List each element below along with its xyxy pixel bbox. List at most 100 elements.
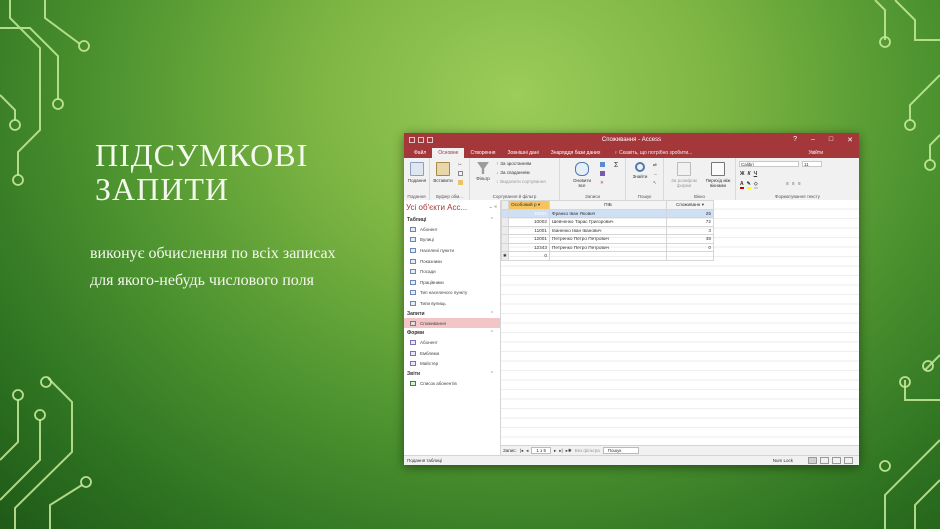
sort-descending-button[interactable]: ↓ За спаданням bbox=[496, 170, 530, 175]
nav-item[interactable]: Показники bbox=[404, 256, 500, 267]
ribbon-tab[interactable]: Файл bbox=[408, 148, 432, 158]
sql-view-icon[interactable] bbox=[832, 457, 841, 464]
size-to-fit-button[interactable]: За розміром форми bbox=[668, 162, 700, 188]
filter-status[interactable]: Без фільтра bbox=[575, 448, 600, 453]
chevron-up-icon[interactable]: ⌃ bbox=[490, 330, 494, 336]
nav-item[interactable]: Типи вулиць bbox=[404, 298, 500, 309]
refresh-all-button[interactable]: Оновити все bbox=[570, 162, 594, 188]
table-row[interactable]: 12343 Петренко Петро Петрович 0 bbox=[501, 242, 714, 252]
nav-section-header[interactable]: Звіти ⌃ bbox=[404, 370, 500, 378]
nav-item[interactable]: Посади bbox=[404, 266, 500, 277]
design-view-icon[interactable] bbox=[844, 457, 853, 464]
nav-item[interactable]: Емблема bbox=[404, 348, 500, 359]
font-color-button[interactable]: A bbox=[740, 181, 744, 189]
column-header[interactable]: Споживанн ▾ bbox=[666, 200, 714, 210]
chevron-up-icon[interactable]: ⌃ bbox=[490, 371, 494, 377]
pivot-view-icon[interactable] bbox=[820, 457, 829, 464]
nav-pane-header[interactable]: Усі об'єкти Acc... ⌄ « bbox=[404, 200, 500, 215]
nav-section-header[interactable]: Форми ⌃ bbox=[404, 329, 500, 337]
row-selector[interactable] bbox=[501, 225, 509, 235]
table-cell[interactable]: 12343 bbox=[508, 242, 550, 252]
collapse-icon[interactable]: « bbox=[494, 204, 497, 210]
chevron-up-icon[interactable]: ⌃ bbox=[490, 311, 494, 317]
delete-record-button[interactable]: ✕ bbox=[600, 180, 604, 186]
prev-record-button[interactable]: ◂ bbox=[526, 448, 528, 454]
datasheet-view-icon[interactable] bbox=[808, 457, 817, 464]
find-button[interactable]: Знайти bbox=[628, 162, 652, 179]
new-record-button[interactable] bbox=[600, 162, 605, 167]
first-record-button[interactable]: |◂ bbox=[520, 448, 523, 454]
row-selector[interactable] bbox=[501, 217, 509, 227]
nav-item[interactable]: Абонент bbox=[404, 224, 500, 235]
table-cell[interactable]: Франко Іван Якович bbox=[549, 208, 667, 218]
last-record-button[interactable]: ▸| bbox=[559, 448, 562, 454]
table-cell[interactable]: Шевченко Тарас Григорович bbox=[549, 217, 667, 227]
switch-windows-button[interactable]: Перехід між вікнами bbox=[702, 162, 734, 188]
font-name-select[interactable]: Calibri bbox=[739, 161, 799, 167]
table-cell[interactable]: 11001 bbox=[508, 225, 550, 235]
table-cell[interactable]: 12001 bbox=[508, 234, 550, 244]
italic-button[interactable]: К bbox=[748, 171, 751, 177]
replace-button[interactable]: ⇄ bbox=[653, 162, 657, 168]
highlight-button[interactable]: ✎ bbox=[746, 181, 751, 189]
nav-section-header[interactable]: Запити ⌃ bbox=[404, 310, 500, 318]
table-cell[interactable]: 48 bbox=[666, 234, 714, 244]
table-cell[interactable]: Іваненко Іван Іванович bbox=[549, 225, 667, 235]
new-record-row[interactable]: ✱ 0 bbox=[501, 251, 714, 261]
cut-button[interactable]: ✂ bbox=[458, 162, 463, 167]
column-header[interactable]: ПІБ bbox=[549, 200, 667, 210]
table-cell[interactable]: 0 bbox=[666, 242, 714, 252]
copy-button[interactable] bbox=[458, 171, 463, 176]
filter-button[interactable]: Фільтр bbox=[471, 162, 495, 181]
goto-button[interactable]: → bbox=[653, 171, 658, 176]
save-record-button[interactable] bbox=[600, 171, 605, 176]
table-row[interactable]: 12001 Петренко Петро Петрович 48 bbox=[501, 234, 714, 244]
table-row[interactable]: 10001 Франко Іван Якович 25 bbox=[501, 208, 714, 218]
table-cell[interactable]: 25 bbox=[666, 208, 714, 218]
sort-ascending-button[interactable]: ↑ За зростанням bbox=[496, 161, 531, 166]
minimize-button[interactable]: – bbox=[811, 136, 815, 144]
totals-button[interactable]: Σ bbox=[614, 162, 618, 169]
nav-item[interactable]: Тип населеного пункту bbox=[404, 288, 500, 299]
table-cell[interactable]: 3 bbox=[666, 225, 714, 235]
align-center-icon[interactable]: ≡ bbox=[792, 181, 795, 187]
new-row-marker[interactable]: ✱ bbox=[501, 251, 509, 261]
ribbon-tab[interactable]: Створення bbox=[464, 148, 501, 158]
nav-section-header[interactable]: Таблиці ⌃ bbox=[404, 216, 500, 224]
maximize-button[interactable]: □ bbox=[829, 136, 833, 144]
row-selector[interactable] bbox=[501, 208, 509, 218]
font-size-select[interactable]: 11 bbox=[802, 161, 822, 167]
ribbon-tab[interactable]: Знаряддя бази даних bbox=[545, 148, 607, 158]
select-button[interactable]: ↖ bbox=[653, 180, 657, 186]
help-button[interactable]: ? bbox=[793, 136, 797, 144]
paste-button[interactable]: Вставити bbox=[431, 162, 455, 183]
row-selector[interactable] bbox=[501, 234, 509, 244]
nav-item[interactable]: Населені пункти bbox=[404, 245, 500, 256]
align-right-icon[interactable]: ≡ bbox=[798, 181, 801, 187]
row-selector[interactable] bbox=[501, 242, 509, 252]
select-all-cell[interactable] bbox=[501, 200, 509, 210]
remove-sort-button[interactable]: ↕ Видалити сортування bbox=[496, 179, 546, 184]
align-left-icon[interactable]: ≡ bbox=[786, 181, 789, 187]
nav-item[interactable]: Абонент bbox=[404, 337, 500, 348]
ribbon-tab[interactable]: Зовнішні дані bbox=[502, 148, 545, 158]
chevron-down-icon[interactable]: ⌄ bbox=[489, 204, 493, 210]
view-button[interactable]: Подання bbox=[405, 162, 429, 183]
format-painter-button[interactable] bbox=[458, 180, 463, 185]
table-cell[interactable]: 10001 bbox=[508, 208, 550, 218]
table-row[interactable]: 10002 Шевченко Тарас Григорович 72 bbox=[501, 217, 714, 227]
bold-button[interactable]: Ж bbox=[740, 171, 745, 177]
table-cell[interactable]: 72 bbox=[666, 217, 714, 227]
nav-item[interactable]: Споживання bbox=[404, 317, 500, 329]
new-record-nav-button[interactable]: ▸✱ bbox=[566, 448, 572, 454]
tell-me-box[interactable]: ♀ Скажіть, що потрібно зробити... bbox=[614, 150, 692, 156]
table-cell[interactable] bbox=[549, 251, 667, 261]
table-cell[interactable]: 0 bbox=[508, 251, 550, 261]
underline-button[interactable]: Ч bbox=[754, 171, 758, 177]
search-input[interactable]: Пошук bbox=[602, 447, 639, 454]
table-row[interactable]: 11001 Іваненко Іван Іванович 3 bbox=[501, 225, 714, 235]
nav-item[interactable]: Майстер bbox=[404, 359, 500, 370]
fill-color-button[interactable]: ◇ bbox=[753, 181, 758, 189]
nav-item[interactable]: Працівники bbox=[404, 277, 500, 288]
close-button[interactable]: ✕ bbox=[847, 136, 853, 144]
